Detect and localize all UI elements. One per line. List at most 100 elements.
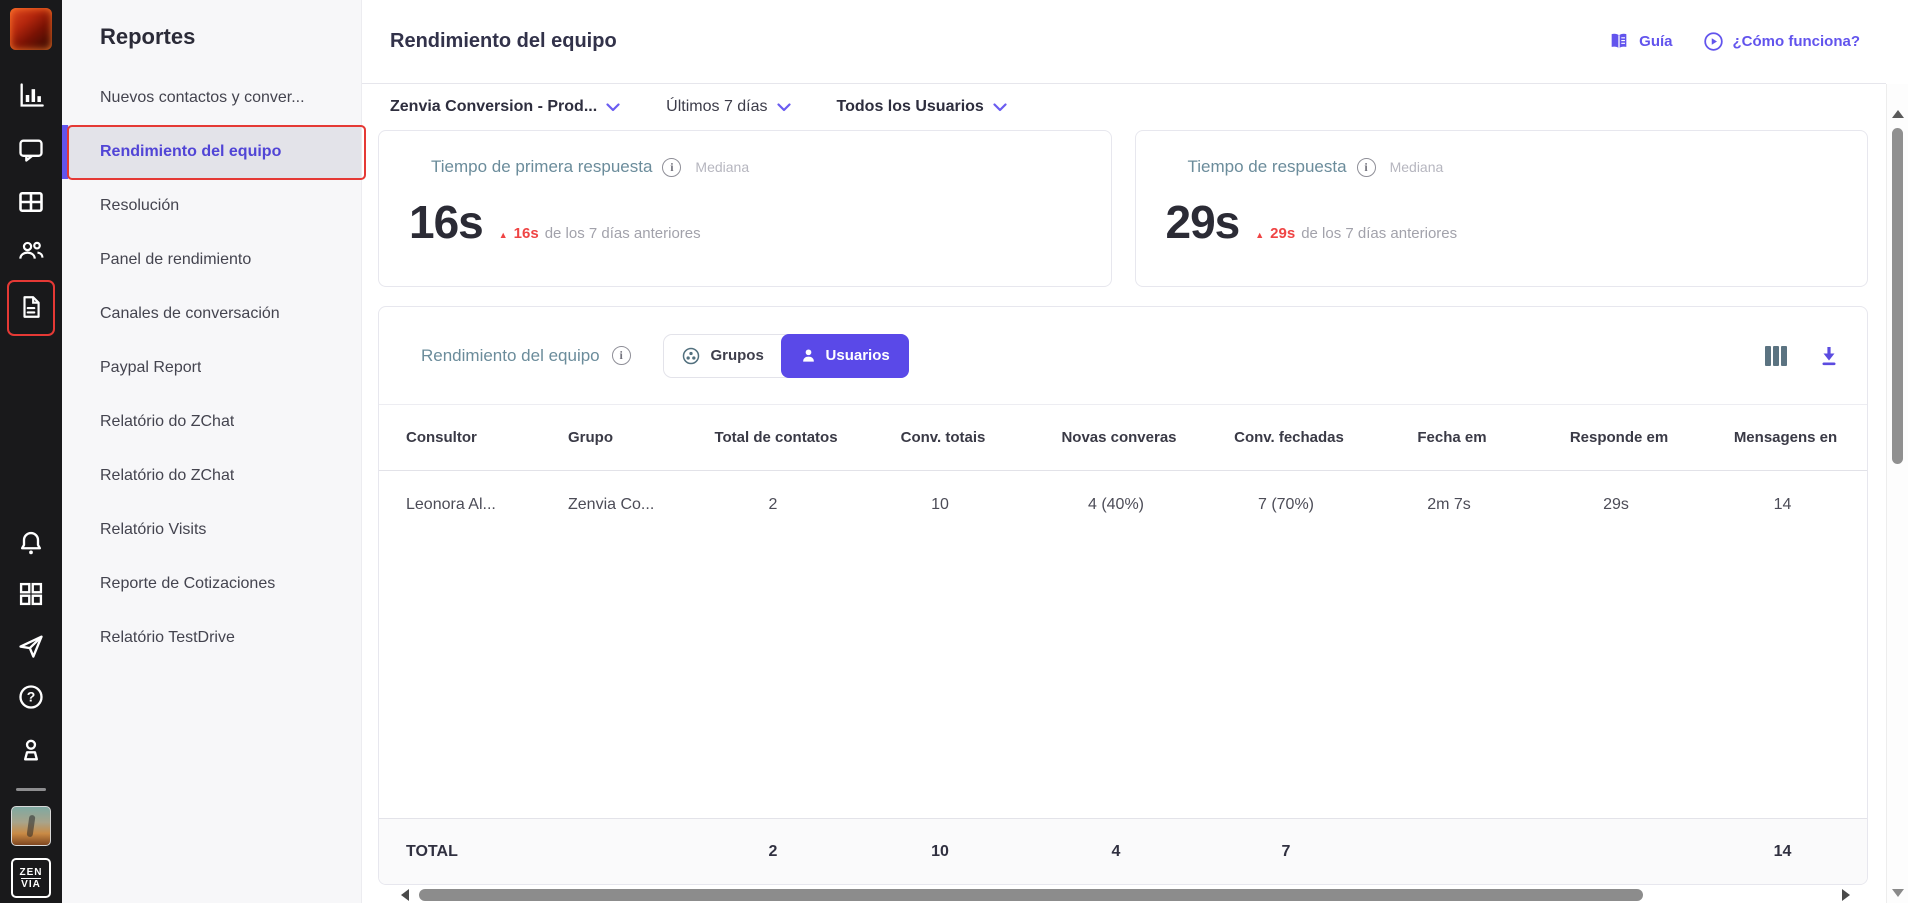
rail-divider — [16, 788, 46, 791]
guide-link[interactable]: Guía — [1608, 32, 1673, 51]
cell-conv-totais: 10 — [931, 495, 949, 513]
scroll-right-arrow[interactable] — [1842, 889, 1850, 901]
toggle-groups-button[interactable]: Grupos — [663, 334, 782, 377]
total-conv-totais: 10 — [931, 842, 949, 860]
sidebar-item-panel-rendimiento[interactable]: Panel de rendimiento — [62, 233, 361, 287]
reports-icon[interactable] — [17, 81, 45, 109]
board-icon[interactable] — [17, 188, 45, 216]
cell-novas-converas: 4 (40%) — [1087, 495, 1145, 513]
sidebar-title: Reportes — [100, 24, 196, 49]
delta-up-icon — [1255, 230, 1264, 240]
table-total-row: TOTAL 2 10 4 7 14 — [379, 818, 1867, 884]
horizontal-scroll-thumb[interactable] — [419, 889, 1643, 901]
vertical-scrollbar[interactable] — [1886, 84, 1908, 903]
cell-responde-em: 29s — [1603, 495, 1629, 513]
sidebar-item-relatorio-zchat-1[interactable]: Relatório do ZChat — [62, 395, 361, 449]
table-header-row: Consultor Grupo Total de contatos Conv. … — [379, 404, 1867, 471]
groups-users-toggle: Grupos Usuarios — [662, 333, 909, 378]
chevron-down-icon — [776, 102, 791, 111]
icon-rail: ? — [0, 0, 62, 903]
account-filter-dropdown[interactable]: Zenvia Conversion - Prod... — [390, 98, 620, 116]
sidebar-item-nuevos-contactos[interactable]: Nuevos contactos y conver... — [62, 71, 361, 125]
column-header: Fecha em — [1417, 429, 1487, 446]
cell-fecha-em: 2m 7s — [1427, 495, 1471, 513]
chevron-down-icon — [993, 102, 1007, 111]
sidebar-item-canales[interactable]: Canales de conversación — [62, 287, 361, 341]
app-window: ? Reportes Nuevos contactos y conver... … — [0, 0, 1908, 903]
delta-value: 29s — [1270, 225, 1296, 242]
app-logo[interactable] — [10, 8, 52, 50]
column-header: Conv. totais — [900, 429, 986, 446]
sidebar-item-paypal-report[interactable]: Paypal Report — [62, 341, 361, 395]
first-response-time-card: Tiempo de primera respuesta Mediana 16s … — [378, 130, 1112, 287]
cell-consultor: Leonora Al... — [406, 495, 496, 513]
horizontal-scroll-track[interactable] — [415, 889, 1836, 901]
zenvia-logo-icon[interactable] — [11, 858, 51, 898]
team-icon[interactable] — [16, 236, 46, 264]
response-time-card: Tiempo de respuesta Mediana 29s 29s de l… — [1134, 130, 1868, 287]
delta-up-icon — [499, 230, 508, 240]
info-icon[interactable] — [662, 157, 682, 177]
period-filter-dropdown[interactable]: Últimos 7 días — [666, 98, 791, 116]
column-header: Total de contatos — [714, 429, 838, 446]
column-header: Conv. fechadas — [1234, 429, 1344, 446]
sidebar-item-resolucion[interactable]: Resolución — [62, 179, 361, 233]
send-icon[interactable] — [16, 632, 46, 660]
reports-menu: Nuevos contactos y conver... Rendimiento… — [62, 71, 361, 665]
card-qualifier: Mediana — [695, 159, 750, 175]
delta-note: de los 7 días anteriores — [1301, 225, 1458, 242]
help-icon[interactable]: ? — [17, 683, 45, 711]
page-header: Rendimiento del equipo Guía ¿Cómo funcio… — [362, 0, 1886, 84]
sidebar-item-relatorio-visits[interactable]: Relatório Visits — [62, 503, 361, 557]
users-filter-dropdown[interactable]: Todos los Usuarios — [837, 98, 1007, 116]
sidebar-item-reporte-cotizaciones[interactable]: Reporte de Cotizaciones — [62, 557, 361, 611]
chevron-down-icon — [606, 102, 620, 111]
sidebar-item-relatorio-testdrive[interactable]: Relatório TestDrive — [62, 611, 361, 665]
scroll-up-arrow[interactable] — [1892, 110, 1904, 118]
table-row[interactable]: Leonora Al... Zenvia Co... 2 10 4 (40%) … — [379, 471, 1867, 538]
delta-value: 16s — [513, 225, 539, 242]
sidebar-item-rendimiento-equipo[interactable]: Rendimiento del equipo — [62, 125, 361, 179]
play-circle-icon — [1703, 31, 1724, 52]
profile-icon[interactable] — [17, 736, 45, 764]
scroll-left-arrow[interactable] — [401, 889, 409, 901]
svg-text:?: ? — [27, 689, 36, 705]
metric-value: 16s — [409, 196, 484, 248]
filter-bar: Zenvia Conversion - Prod... Últimos 7 dí… — [362, 84, 1886, 130]
vertical-scroll-thumb[interactable] — [1892, 128, 1903, 464]
toggle-users-button[interactable]: Usuarios — [780, 333, 909, 378]
column-header: Novas converas — [1061, 429, 1177, 446]
document-icon[interactable] — [18, 293, 44, 321]
total-contatos: 2 — [768, 842, 778, 860]
reports-sidebar: Reportes Nuevos contactos y conver... Re… — [62, 0, 366, 903]
bell-icon[interactable] — [17, 529, 45, 557]
cell-conv-fechadas: 7 (70%) — [1257, 495, 1315, 513]
total-conv-fechadas: 7 — [1281, 842, 1291, 860]
column-header: Mensagens en — [1733, 429, 1838, 446]
scroll-down-arrow[interactable] — [1892, 889, 1904, 897]
cell-total-contatos: 2 — [768, 495, 778, 513]
total-novas-converas: 4 — [1111, 842, 1121, 860]
apps-icon[interactable] — [17, 580, 45, 608]
card-qualifier: Mediana — [1389, 159, 1444, 175]
metric-cards: Tiempo de primera respuesta Mediana 16s … — [378, 130, 1868, 287]
main-content: Rendimiento del equipo Guía ¿Cómo funcio… — [362, 0, 1886, 903]
user-avatar[interactable] — [11, 806, 51, 846]
cell-grupo: Zenvia Co... — [568, 495, 655, 513]
column-header: Responde em — [1569, 429, 1669, 446]
user-icon — [802, 349, 814, 362]
column-header: Grupo — [568, 429, 613, 446]
total-label: TOTAL — [406, 842, 458, 860]
info-icon[interactable] — [1356, 157, 1376, 177]
panel-title: Rendimiento del equipo — [421, 345, 600, 365]
cell-mensagens: 14 — [1773, 495, 1792, 513]
info-icon[interactable] — [611, 346, 631, 365]
chat-icon[interactable] — [17, 136, 45, 164]
columns-icon[interactable] — [1763, 344, 1789, 368]
how-it-works-link[interactable]: ¿Cómo funciona? — [1703, 31, 1860, 52]
metric-value: 29s — [1165, 196, 1241, 248]
table-empty-space — [379, 538, 1867, 818]
total-mensagens: 14 — [1773, 842, 1792, 860]
download-icon[interactable] — [1817, 344, 1841, 368]
sidebar-item-relatorio-zchat-2[interactable]: Relatório do ZChat — [62, 449, 361, 503]
